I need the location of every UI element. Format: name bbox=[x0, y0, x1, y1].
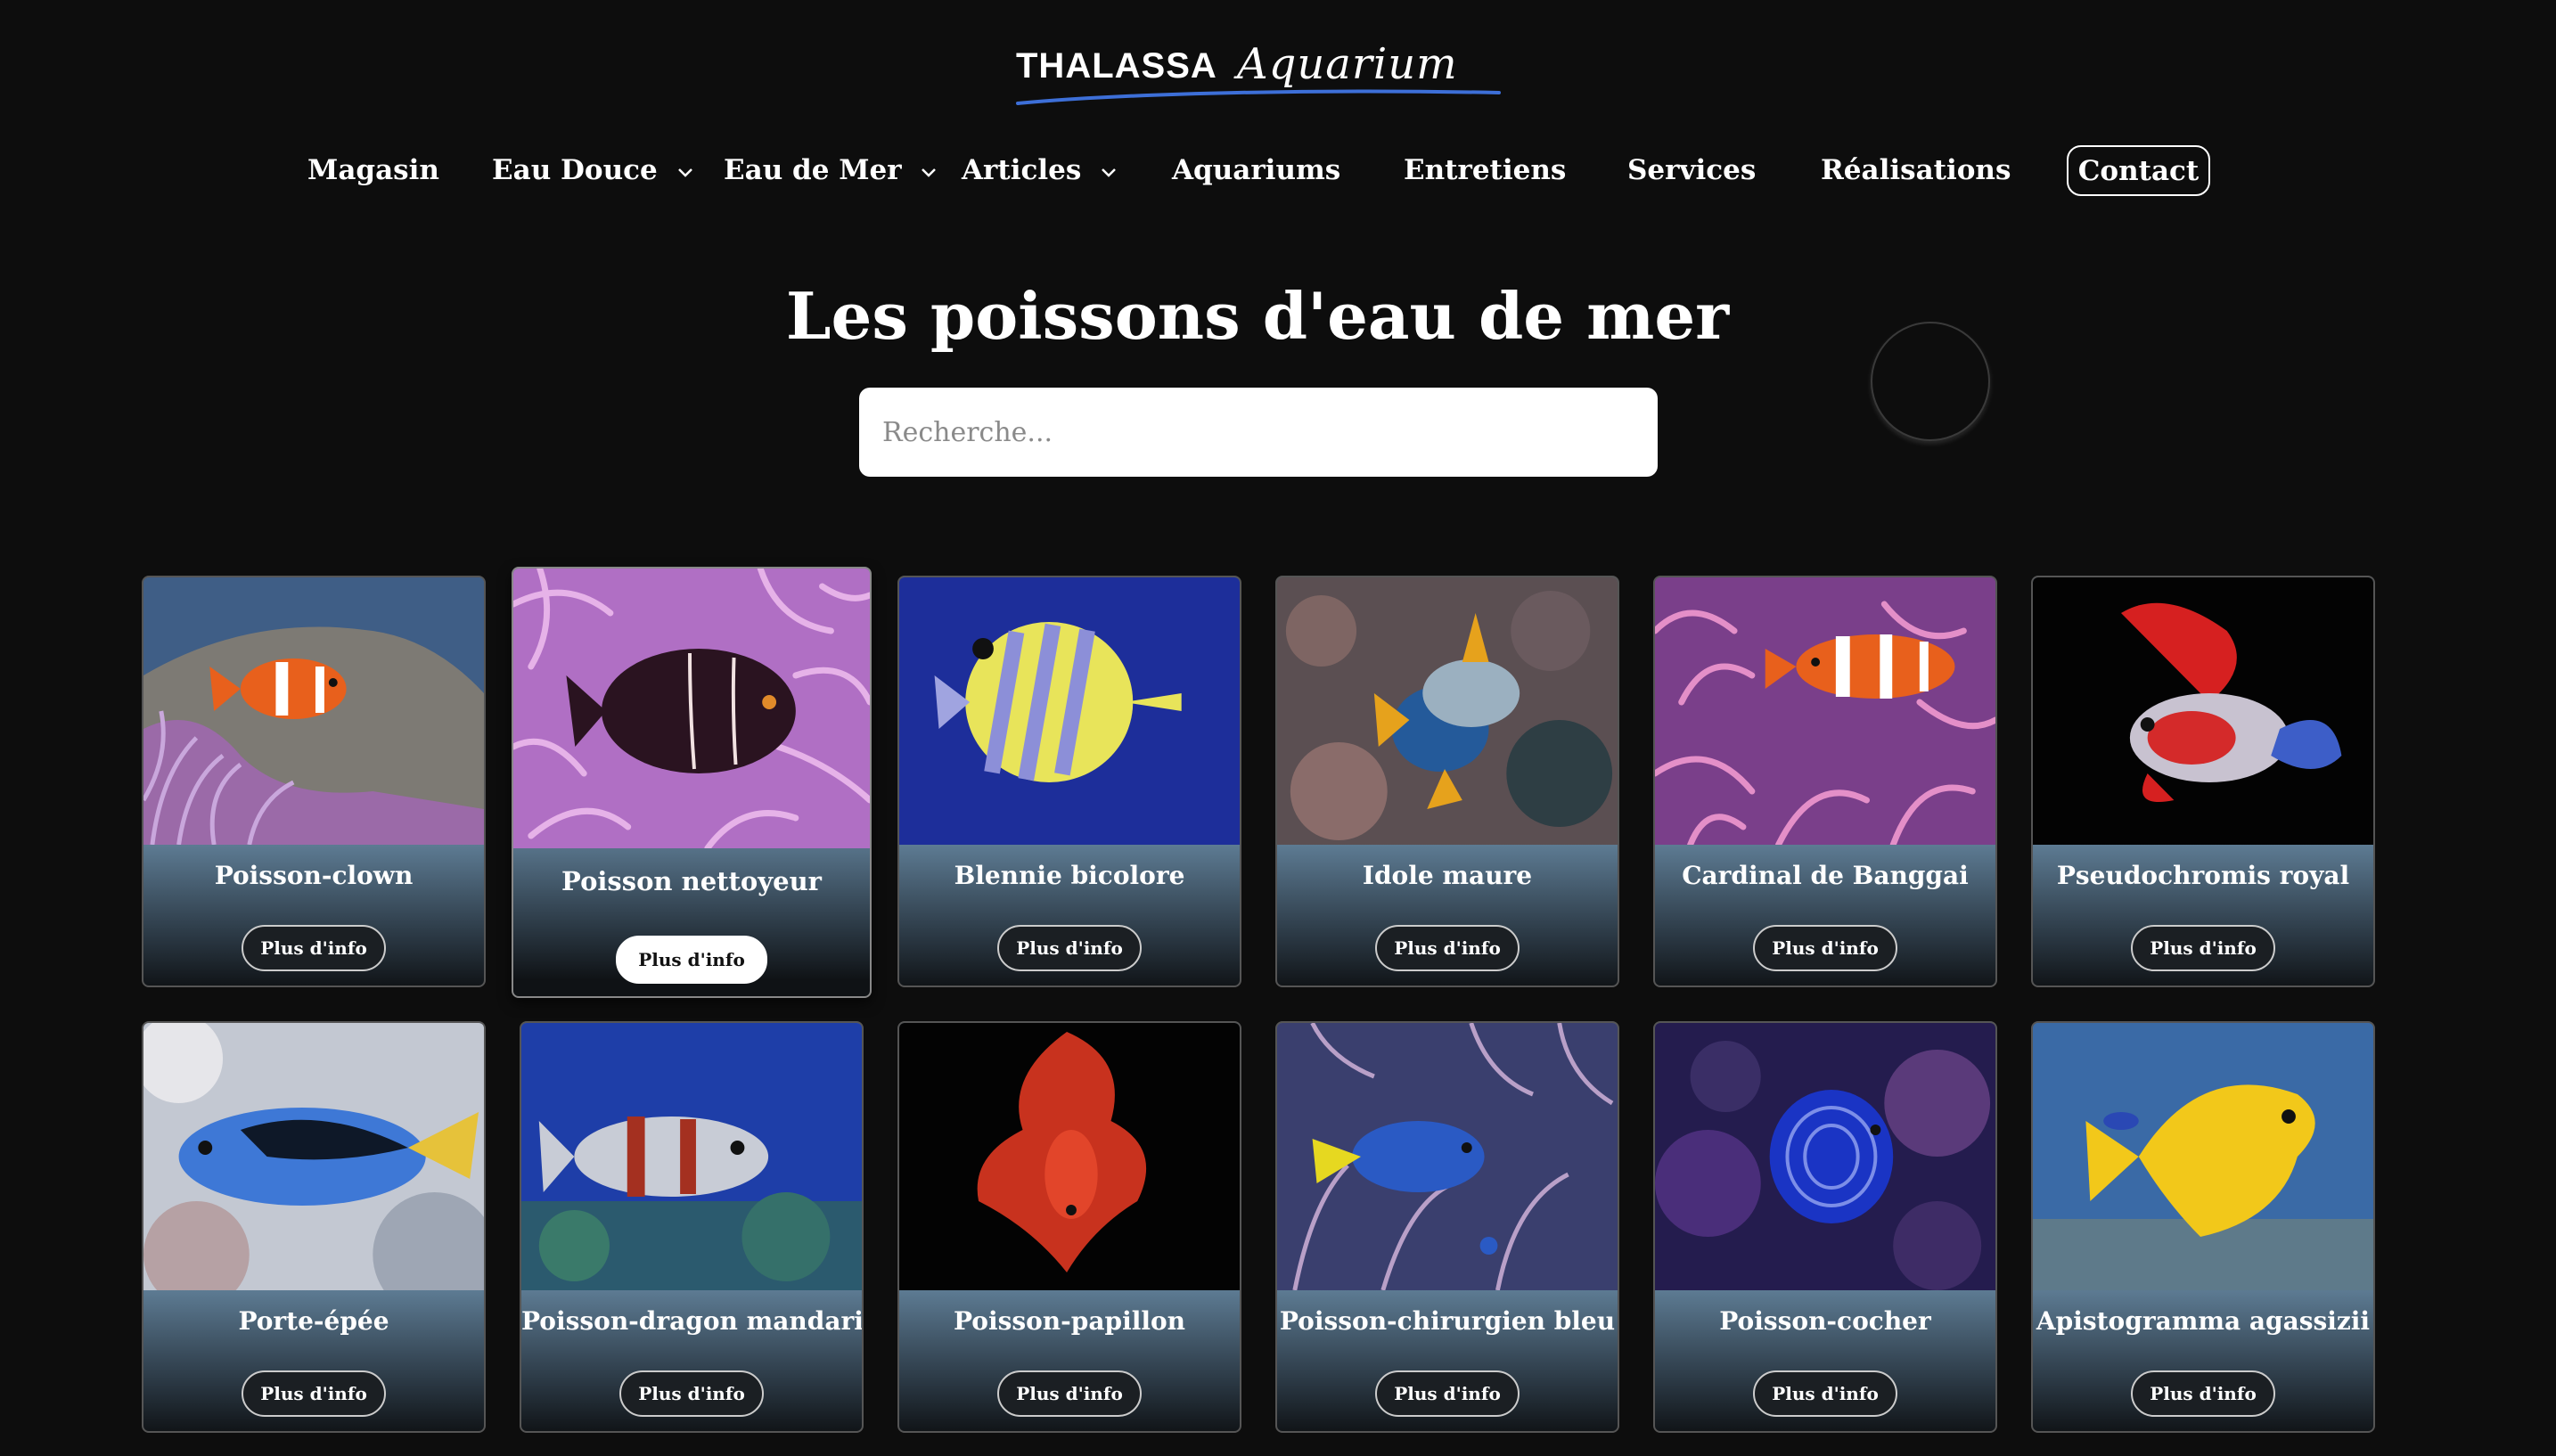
nav-item-services[interactable]: Services bbox=[1627, 154, 1756, 186]
more-info-button[interactable]: Plus d'info bbox=[616, 936, 767, 984]
fish-photo bbox=[2033, 577, 2373, 845]
nav-item-realisations[interactable]: Réalisations bbox=[1821, 154, 2011, 186]
logo-swoosh-icon bbox=[1016, 89, 1501, 105]
fish-name: Porte-épée bbox=[238, 1306, 389, 1336]
site-logo[interactable]: THALASSA Aquarium bbox=[1007, 37, 1506, 119]
more-info-button[interactable]: Plus d'info bbox=[997, 1370, 1142, 1417]
more-info-button[interactable]: Plus d'info bbox=[1753, 925, 1897, 971]
fish-photo bbox=[143, 577, 484, 845]
more-info-button[interactable]: Plus d'info bbox=[619, 1370, 764, 1417]
fish-card[interactable]: Apistogramma agassizii Plus d'info bbox=[2031, 1021, 2375, 1433]
logo-wordmark: THALASSA bbox=[1016, 46, 1217, 86]
fish-name: Blennie bicolore bbox=[954, 861, 1185, 890]
fish-photo bbox=[2033, 1023, 2373, 1290]
fish-card[interactable]: Poisson-cocher Plus d'info bbox=[1653, 1021, 1997, 1433]
fish-name: Cardinal de Banggai bbox=[1682, 861, 1969, 890]
fish-card[interactable]: Poisson-chirurgien bleu Plus d'info bbox=[1275, 1021, 1619, 1433]
fish-card[interactable]: Porte-épée Plus d'info bbox=[142, 1021, 486, 1433]
floating-action-button[interactable] bbox=[1871, 322, 1990, 441]
nav-item-eau-de-mer[interactable]: Eau de Mer bbox=[724, 154, 938, 186]
fish-photo bbox=[899, 1023, 1240, 1290]
more-info-button[interactable]: Plus d'info bbox=[997, 925, 1142, 971]
fish-photo bbox=[521, 1023, 862, 1290]
more-info-button[interactable]: Plus d'info bbox=[2131, 925, 2275, 971]
page-title: Les poissons d'eau de mer bbox=[785, 278, 1730, 354]
fish-card[interactable]: Poisson-clown Plus d'info bbox=[142, 576, 486, 987]
nav-label: Articles bbox=[962, 154, 1082, 186]
nav-label: Entretiens bbox=[1404, 154, 1567, 186]
fish-photo bbox=[143, 1023, 484, 1290]
logo-script: Aquarium bbox=[1237, 39, 1458, 89]
fish-photo bbox=[1277, 1023, 1618, 1290]
fish-card[interactable]: Cardinal de Banggai Plus d'info bbox=[1653, 576, 1997, 987]
nav-label: Réalisations bbox=[1821, 154, 2011, 186]
nav-label: Aquariums bbox=[1172, 154, 1341, 186]
nav-label: Eau de Mer bbox=[724, 154, 902, 186]
more-info-button[interactable]: Plus d'info bbox=[1753, 1370, 1897, 1417]
main-nav: Magasin Eau Douce Eau de Mer Articles Aq… bbox=[0, 145, 2556, 199]
nav-label: Eau Douce bbox=[492, 154, 658, 186]
nav-label: Services bbox=[1627, 154, 1757, 186]
fish-name: Poisson-dragon mandarin bbox=[521, 1306, 864, 1336]
chevron-down-icon bbox=[677, 168, 692, 177]
fish-photo bbox=[899, 577, 1240, 845]
nav-item-eau-douce[interactable]: Eau Douce bbox=[492, 154, 694, 186]
fish-photo bbox=[1277, 577, 1618, 845]
fish-name: Poisson nettoyeur bbox=[561, 866, 822, 896]
nav-item-aquariums[interactable]: Aquariums bbox=[1172, 154, 1340, 186]
fish-name: Apistogramma agassizii bbox=[2036, 1306, 2371, 1336]
fish-card[interactable]: Poisson-dragon mandarin Plus d'info bbox=[520, 1021, 864, 1433]
fish-name: Poisson-clown bbox=[214, 861, 414, 890]
nav-item-entretiens[interactable]: Entretiens bbox=[1404, 154, 1566, 186]
fish-name: Idole maure bbox=[1362, 861, 1533, 890]
fish-card-featured[interactable]: Poisson nettoyeur Plus d'info bbox=[512, 567, 872, 998]
more-info-button[interactable]: Plus d'info bbox=[2131, 1370, 2275, 1417]
nav-item-articles[interactable]: Articles bbox=[962, 154, 1118, 186]
page: THALASSA Aquarium Magasin Eau Douce Eau … bbox=[0, 0, 2556, 1456]
more-info-button[interactable]: Plus d'info bbox=[1375, 925, 1520, 971]
fish-photo bbox=[1655, 577, 1995, 845]
fish-name: Poisson-cocher bbox=[1719, 1306, 1931, 1336]
chevron-down-icon bbox=[922, 168, 937, 177]
fish-card[interactable]: Idole maure Plus d'info bbox=[1275, 576, 1619, 987]
more-info-button[interactable]: Plus d'info bbox=[242, 925, 386, 971]
fish-card[interactable]: Pseudochromis royal Plus d'info bbox=[2031, 576, 2375, 987]
fish-name: Poisson-papillon bbox=[953, 1306, 1186, 1336]
search-input[interactable] bbox=[859, 388, 1658, 477]
fish-name: Pseudochromis royal bbox=[2056, 861, 2350, 890]
fish-name: Poisson-chirurgien bleu bbox=[1279, 1306, 1616, 1336]
fish-card[interactable]: Poisson-papillon Plus d'info bbox=[897, 1021, 1241, 1433]
chevron-down-icon bbox=[1102, 168, 1116, 177]
fish-card[interactable]: Blennie bicolore Plus d'info bbox=[897, 576, 1241, 987]
fish-photo bbox=[513, 568, 870, 848]
nav-label: Magasin bbox=[307, 154, 439, 186]
nav-item-magasin[interactable]: Magasin bbox=[307, 154, 439, 186]
more-info-button[interactable]: Plus d'info bbox=[242, 1370, 386, 1417]
fish-photo bbox=[1655, 1023, 1995, 1290]
contact-button[interactable]: Contact bbox=[2067, 145, 2210, 196]
more-info-button[interactable]: Plus d'info bbox=[1375, 1370, 1520, 1417]
